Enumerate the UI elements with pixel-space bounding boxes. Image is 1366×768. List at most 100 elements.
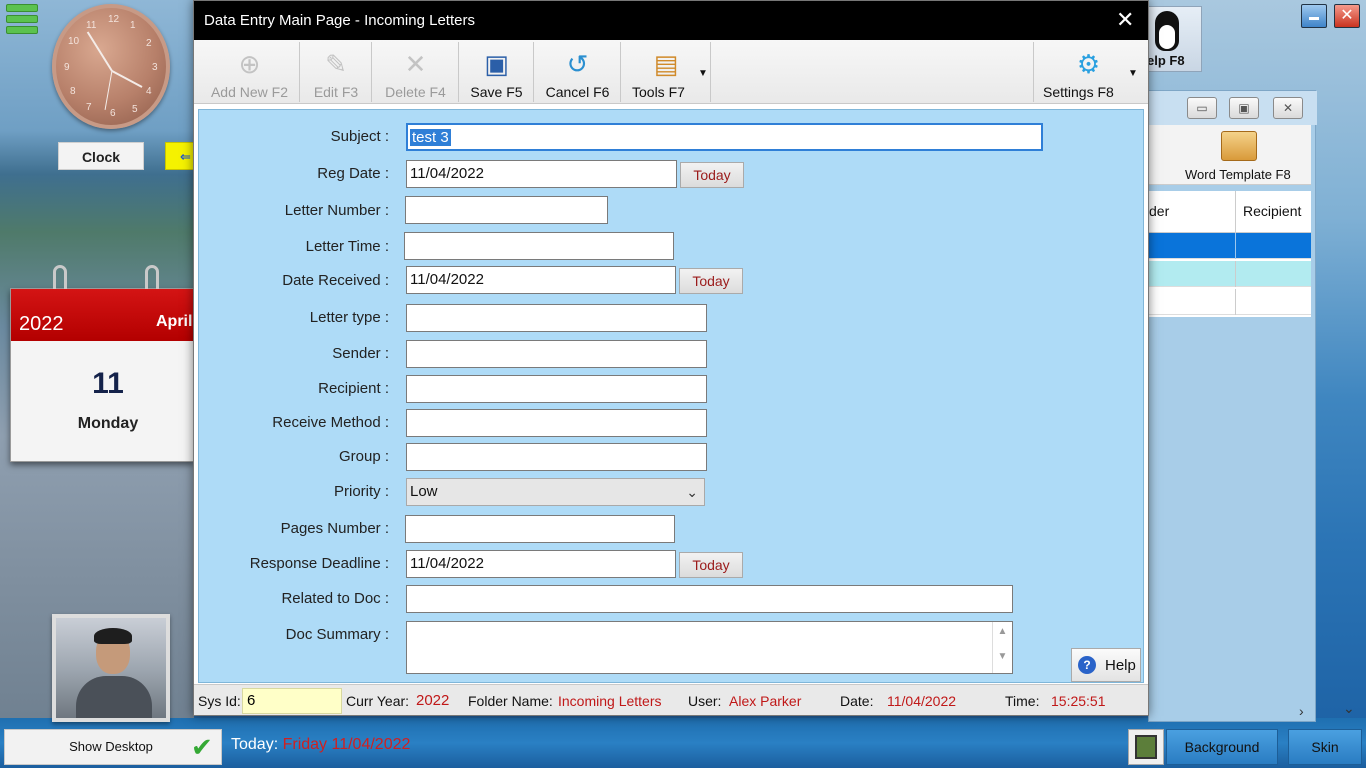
- status-bar: Sys Id: 6 Curr Year: 2022 Folder Name: I…: [194, 684, 1148, 715]
- letter-number-input[interactable]: [405, 196, 608, 224]
- curr-year-value: 2022: [416, 692, 450, 709]
- clock-number: 5: [132, 104, 138, 115]
- show-desktop-button[interactable]: Show Desktop ✔: [4, 729, 222, 765]
- edit-label: Edit F3: [313, 84, 359, 100]
- sysid-value: 6: [242, 688, 342, 714]
- help-button[interactable]: ? Help: [1071, 648, 1141, 682]
- date-received-today-button[interactable]: Today: [679, 268, 743, 294]
- bgwin-minimize-button[interactable]: ▭: [1187, 97, 1217, 119]
- close-icon[interactable]: ✕: [1116, 7, 1134, 33]
- bgwin-close-button[interactable]: ✕: [1273, 97, 1303, 119]
- menu-icon[interactable]: [6, 4, 38, 38]
- related-doc-label: Related to Doc :: [281, 590, 389, 607]
- user-label: User:: [688, 693, 722, 709]
- save-label: Save F5: [470, 84, 523, 100]
- priority-select[interactable]: Low ⌄: [406, 478, 705, 506]
- clock-number: 1: [130, 20, 136, 31]
- reg-date-today-button[interactable]: Today: [680, 162, 744, 188]
- word-template-label: Word Template F8: [1185, 167, 1291, 182]
- folder-label: Folder Name:: [468, 693, 553, 709]
- reg-date-label: Reg Date :: [317, 165, 389, 182]
- sender-input[interactable]: [406, 340, 707, 368]
- subject-input[interactable]: test 3: [406, 123, 1043, 151]
- chevron-down-icon[interactable]: ▼: [993, 651, 1012, 662]
- edit-button[interactable]: ✎ Edit F3: [301, 42, 372, 102]
- background-window: ▭ ▣ ✕ Word Template F8 der Recipient ›: [1148, 90, 1317, 722]
- pages-number-input[interactable]: [405, 515, 675, 543]
- arrow-left-icon: ⇐: [180, 149, 191, 164]
- close-button[interactable]: ✕: [1334, 4, 1360, 28]
- bgwin-restore-button[interactable]: ▣: [1229, 97, 1259, 119]
- dialog-titlebar: Data Entry Main Page - Incoming Letters …: [194, 1, 1148, 40]
- chevron-up-icon[interactable]: ▲: [993, 626, 1012, 637]
- time-label: Time:: [1005, 693, 1040, 709]
- subject-label: Subject :: [330, 128, 389, 145]
- table-row[interactable]: [1149, 261, 1311, 287]
- time-value: 15:25:51: [1051, 693, 1106, 709]
- cancel-label: Cancel F6: [545, 84, 610, 100]
- settings-label: Settings F8: [1043, 84, 1114, 100]
- table-row[interactable]: [1149, 233, 1311, 259]
- calendar-weekday: Monday: [77, 415, 139, 432]
- chevron-down-icon[interactable]: ⌄: [1343, 700, 1363, 724]
- clock-number: 2: [146, 38, 152, 49]
- settings-button[interactable]: ⚙ Settings F8 ▼: [1033, 42, 1143, 102]
- curr-year-label: Curr Year:: [346, 693, 410, 709]
- delete-button[interactable]: ✕ Delete F4: [373, 42, 459, 102]
- chevron-right-icon[interactable]: ›: [1299, 703, 1304, 719]
- receive-method-input[interactable]: [406, 409, 707, 437]
- data-entry-dialog: Data Entry Main Page - Incoming Letters …: [193, 0, 1149, 716]
- letter-type-label: Letter type :: [309, 309, 389, 326]
- textarea-scrollbar[interactable]: ▲ ▼: [992, 622, 1012, 673]
- calculator-button[interactable]: [1128, 729, 1164, 765]
- response-deadline-input[interactable]: 11/04/2022: [406, 550, 676, 578]
- save-button[interactable]: ▣ Save F5: [460, 42, 534, 102]
- edit-icon: ✎: [325, 49, 347, 79]
- tools-label: Tools F7: [632, 84, 685, 100]
- tools-button[interactable]: ▤ Tools F7 ▼: [622, 42, 711, 102]
- cancel-icon: ↺: [566, 49, 589, 79]
- clock-widget: 12 1 2 3 4 5 6 7 8 9 10 11: [52, 4, 170, 129]
- chevron-down-icon: ▼: [1128, 68, 1138, 79]
- minimize-button[interactable]: [1301, 4, 1327, 28]
- reg-date-input[interactable]: 11/04/2022: [406, 160, 677, 188]
- clock-number: 4: [146, 86, 152, 97]
- save-icon: ▣: [484, 49, 509, 79]
- response-deadline-today-button[interactable]: Today: [679, 552, 743, 578]
- clock-number: 10: [68, 36, 80, 47]
- word-template-icon: [1221, 131, 1257, 161]
- skin-button[interactable]: Skin: [1288, 729, 1362, 765]
- calendar-year: 2022: [19, 313, 64, 335]
- clock-label[interactable]: Clock: [58, 142, 144, 170]
- word-template-button[interactable]: Word Template F8: [1149, 125, 1311, 185]
- letter-type-input[interactable]: [406, 304, 707, 332]
- clock-number: 6: [110, 108, 116, 119]
- clock-minute-hand: [86, 31, 113, 72]
- arrow-tab[interactable]: ⇐: [165, 142, 194, 170]
- help-tile[interactable]: elp F8: [1146, 6, 1202, 72]
- related-doc-input[interactable]: [406, 585, 1013, 613]
- recipient-input[interactable]: [406, 375, 707, 403]
- doc-summary-textarea[interactable]: ▲ ▼: [406, 621, 1013, 674]
- date-received-input[interactable]: 11/04/2022: [406, 266, 676, 294]
- today-value: Friday 11/04/2022: [282, 736, 411, 753]
- group-input[interactable]: [406, 443, 707, 471]
- tools-icon: ▤: [653, 49, 679, 79]
- cancel-button[interactable]: ↺ Cancel F6: [535, 42, 621, 102]
- table-header: der Recipient: [1149, 191, 1311, 233]
- column-header-recipient: Recipient: [1243, 203, 1302, 219]
- calendar-month: April: [156, 313, 193, 330]
- bgwin-table: der Recipient: [1149, 191, 1311, 317]
- background-button[interactable]: Background: [1166, 729, 1278, 765]
- entry-form: Subject : test 3 Reg Date : 11/04/2022 T…: [198, 109, 1144, 683]
- priority-label: Priority :: [333, 483, 389, 500]
- receive-method-label: Receive Method :: [272, 414, 389, 431]
- add-new-button[interactable]: ⊕ Add New F2: [200, 42, 300, 102]
- column-header: der: [1149, 203, 1170, 219]
- today-label: Today:: [231, 736, 279, 753]
- letter-time-input[interactable]: [404, 232, 674, 260]
- priority-value: Low: [410, 483, 438, 500]
- table-row[interactable]: [1149, 289, 1311, 315]
- help-icon: ?: [1078, 656, 1096, 674]
- clock-number: 12: [108, 14, 120, 25]
